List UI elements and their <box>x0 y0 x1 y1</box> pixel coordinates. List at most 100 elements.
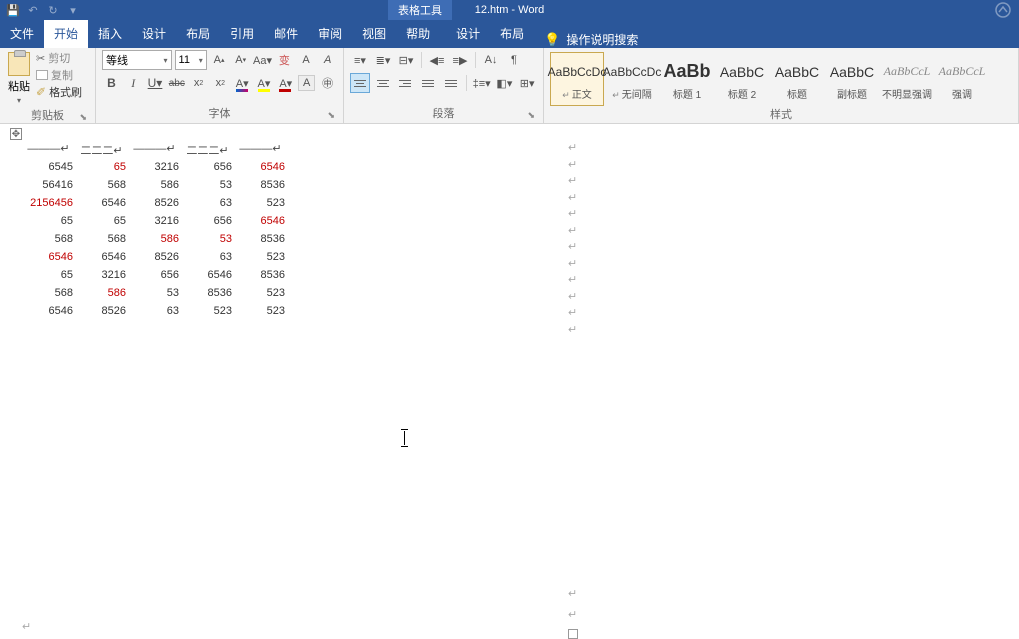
table-cell[interactable]: 523 <box>234 194 287 212</box>
enclose-char-button[interactable]: ㊥ <box>318 73 337 93</box>
align-left-button[interactable] <box>350 73 370 93</box>
tab-layout[interactable]: 布局 <box>176 19 220 48</box>
table-cell[interactable]: 2156456 <box>22 194 75 212</box>
italic-button[interactable]: I <box>124 73 143 93</box>
style-标题 1[interactable]: AaBb标题 1 <box>660 52 714 106</box>
paragraph-launcher[interactable]: ⬊ <box>527 110 535 121</box>
table-cell[interactable]: 8536 <box>234 266 287 284</box>
table-cell[interactable]: 6546 <box>181 266 234 284</box>
table-cell[interactable]: 53 <box>128 284 181 302</box>
table-row[interactable]: 6546852663523523 <box>22 302 1019 320</box>
style-强调[interactable]: AaBbCcL强调 <box>935 52 989 106</box>
style-标题 2[interactable]: AaBbC标题 2 <box>715 52 769 106</box>
table-cell[interactable]: 63 <box>181 194 234 212</box>
copy-button[interactable]: 复制 <box>36 67 82 83</box>
table-header-cell[interactable]: ———↵ <box>128 142 181 158</box>
tab-review[interactable]: 审阅 <box>308 19 352 48</box>
table-cell[interactable]: 8526 <box>128 194 181 212</box>
table-cell[interactable]: 56416 <box>22 176 75 194</box>
tab-file[interactable]: 文件 <box>0 19 44 48</box>
style-正文[interactable]: AaBbCcDc↵正文 <box>550 52 604 106</box>
shrink-font-button[interactable]: A▾ <box>231 50 250 70</box>
table-cell[interactable]: 8536 <box>234 230 287 248</box>
qat-customize[interactable]: ▾ <box>64 1 82 19</box>
highlight-button[interactable]: A▾ <box>255 73 274 93</box>
table-header-cell[interactable]: ———↵ <box>234 142 287 158</box>
style-不明显强调[interactable]: AaBbCcL不明显强调 <box>880 52 934 106</box>
table-cell[interactable]: 8536 <box>181 284 234 302</box>
clear-format-button[interactable]: A <box>318 50 337 70</box>
table-cell[interactable]: 568 <box>75 176 128 194</box>
table-row[interactable]: 568568586538536 <box>22 230 1019 248</box>
table-cell[interactable]: 523 <box>181 302 234 320</box>
table-row[interactable]: 65466546852663523 <box>22 248 1019 266</box>
tab-view[interactable]: 视图 <box>352 19 396 48</box>
table-header-cell[interactable]: 二二二↵ <box>75 142 128 158</box>
table-cell[interactable]: 8526 <box>128 248 181 266</box>
decrease-indent-button[interactable]: ◀≡ <box>427 50 447 70</box>
tab-insert[interactable]: 插入 <box>88 19 132 48</box>
tell-me-search[interactable]: 💡 操作说明搜索 <box>534 31 648 48</box>
table-cell[interactable]: 568 <box>22 230 75 248</box>
font-size-combo[interactable]: 11▾ <box>175 50 207 70</box>
style-无间隔[interactable]: AaBbCcDc↵无间隔 <box>605 52 659 106</box>
table-cell[interactable]: 523 <box>234 248 287 266</box>
strike-button[interactable]: abc <box>167 73 186 93</box>
table-cell[interactable]: 6546 <box>22 302 75 320</box>
table-cell[interactable]: 6546 <box>22 248 75 266</box>
borders-button[interactable]: ⊞▾ <box>517 73 537 93</box>
tab-table-layout[interactable]: 布局 <box>490 19 534 48</box>
subscript-button[interactable]: x2 <box>189 73 208 93</box>
bullets-button[interactable]: ≡▾ <box>350 50 370 70</box>
table-cell[interactable]: 656 <box>181 212 234 230</box>
table-cell[interactable]: 65 <box>75 212 128 230</box>
document-area[interactable]: ✥ ———↵二二二↵———↵二二二↵———↵654565321665665465… <box>0 124 1019 320</box>
table-cell[interactable]: 568 <box>22 284 75 302</box>
table-cell[interactable]: 3216 <box>75 266 128 284</box>
table-header-cell[interactable]: 二二二↵ <box>181 142 234 158</box>
style-副标题[interactable]: AaBbC副标题 <box>825 52 879 106</box>
tab-table-design[interactable]: 设计 <box>446 19 490 48</box>
table-cell[interactable]: 586 <box>75 284 128 302</box>
clipboard-launcher[interactable]: ⬊ <box>79 112 87 123</box>
shading-button[interactable]: ◧▾ <box>495 73 515 93</box>
table-cell[interactable]: 568 <box>75 230 128 248</box>
table-cell[interactable]: 63 <box>181 248 234 266</box>
styles-gallery[interactable]: AaBbCcDc↵正文AaBbCcDc↵无间隔AaBb标题 1AaBbC标题 2… <box>550 50 1012 106</box>
table-resize-handle[interactable] <box>568 629 578 639</box>
table-cell[interactable]: 656 <box>128 266 181 284</box>
grow-font-button[interactable]: A▴ <box>210 50 229 70</box>
table-cell[interactable]: 8536 <box>234 176 287 194</box>
table-move-handle[interactable]: ✥ <box>10 128 22 140</box>
table-cell[interactable]: 656 <box>181 158 234 176</box>
font-color-button[interactable]: A▾ <box>276 73 295 93</box>
table-cell[interactable]: 6546 <box>75 248 128 266</box>
table-cell[interactable]: 6545 <box>22 158 75 176</box>
style-标题[interactable]: AaBbC标题 <box>770 52 824 106</box>
tab-help[interactable]: 帮助 <box>396 19 440 48</box>
sort-button[interactable]: A↓ <box>481 50 501 70</box>
align-justify-button[interactable] <box>418 73 438 93</box>
tab-references[interactable]: 引用 <box>220 19 264 48</box>
table-cell[interactable]: 53 <box>181 176 234 194</box>
table-row[interactable]: 65456532166566546 <box>22 158 1019 176</box>
table-row[interactable]: 568586538536523 <box>22 284 1019 302</box>
line-spacing-button[interactable]: ‡≡▾ <box>472 73 492 93</box>
superscript-button[interactable]: x2 <box>211 73 230 93</box>
font-launcher[interactable]: ⬊ <box>327 110 335 121</box>
table-row[interactable]: 656532166566546 <box>22 212 1019 230</box>
multilevel-button[interactable]: ⊟▾ <box>396 50 416 70</box>
table-cell[interactable]: 53 <box>181 230 234 248</box>
format-painter-button[interactable]: ✐格式刷 <box>36 84 82 100</box>
undo-button[interactable]: ↶ <box>24 1 42 19</box>
text-effects-button[interactable]: A▾ <box>233 73 252 93</box>
table-cell[interactable]: 586 <box>128 230 181 248</box>
table-cell[interactable]: 8526 <box>75 302 128 320</box>
font-name-combo[interactable]: 等线▾ <box>102 50 172 70</box>
table-header-cell[interactable]: ———↵ <box>22 142 75 158</box>
table-cell[interactable]: 63 <box>128 302 181 320</box>
tab-mailings[interactable]: 邮件 <box>264 19 308 48</box>
cut-button[interactable]: ✂剪切 <box>36 50 82 66</box>
align-center-button[interactable] <box>373 73 393 93</box>
underline-button[interactable]: U▾ <box>146 73 165 93</box>
